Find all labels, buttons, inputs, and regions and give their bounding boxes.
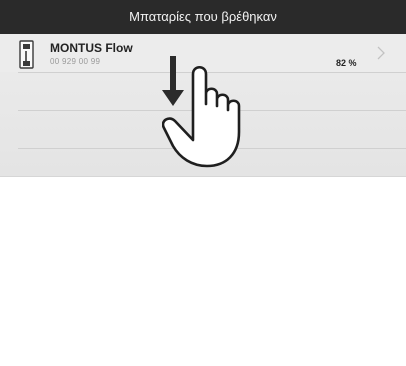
device-name: MONTUS Flow (50, 41, 133, 55)
battery-level: 82 % (336, 58, 357, 68)
battery-device-icon (19, 40, 34, 69)
device-code: 00 929 00 99 (50, 57, 101, 66)
page-title: Μπαταρίες που βρέθηκαν (0, 0, 406, 34)
app-screen: Μπαταρίες που βρέθηκαν MONTUS Flow 00 92… (0, 0, 406, 177)
chevron-right-icon[interactable] (376, 46, 386, 60)
swipe-down-hand-icon (162, 65, 241, 168)
